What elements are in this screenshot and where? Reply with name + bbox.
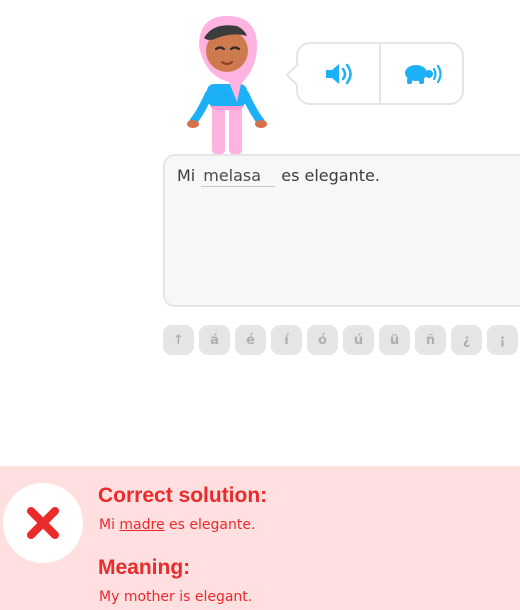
accent-key-n-tilde[interactable]: ñ bbox=[415, 325, 446, 355]
speaker-icon bbox=[325, 63, 352, 84]
accent-key-u[interactable]: ú bbox=[343, 325, 374, 355]
feedback-panel: Correct solution: Mi madre es elegante. … bbox=[0, 466, 520, 610]
accent-key-inverted-question[interactable]: ¿ bbox=[451, 325, 482, 355]
accent-key-u-umlaut[interactable]: ü bbox=[379, 325, 410, 355]
accent-keyboard: ↑ á é í ó ú ü ñ ¿ ¡ bbox=[163, 325, 518, 355]
correct-prefix: Mi bbox=[99, 517, 115, 533]
accent-key-inverted-exclamation[interactable]: ¡ bbox=[487, 325, 518, 355]
play-slow-audio-button[interactable] bbox=[379, 44, 462, 103]
correct-solution-title: Correct solution: bbox=[98, 484, 268, 507]
shift-key[interactable]: ↑ bbox=[163, 325, 194, 355]
correct-suffix: es elegante. bbox=[169, 517, 256, 533]
incorrect-badge bbox=[3, 483, 83, 563]
correct-word: madre bbox=[119, 517, 165, 533]
accent-key-a[interactable]: á bbox=[199, 325, 230, 355]
meaning-title: Meaning: bbox=[98, 556, 191, 579]
audio-bubble bbox=[296, 42, 464, 105]
answer-input-area[interactable]: Mi melasa es elegante. bbox=[163, 154, 520, 307]
x-mark-icon bbox=[27, 507, 59, 539]
answer-prefix: Mi bbox=[177, 166, 196, 185]
character-illustration bbox=[187, 16, 267, 154]
accent-key-e[interactable]: é bbox=[235, 325, 266, 355]
play-audio-button[interactable] bbox=[298, 44, 379, 103]
accent-key-o[interactable]: ó bbox=[307, 325, 338, 355]
answer-sentence: Mi melasa es elegante. bbox=[177, 166, 520, 187]
turtle-slow-speaker-icon bbox=[404, 64, 442, 84]
meaning-text: My mother is elegant. bbox=[99, 589, 253, 605]
accent-key-i[interactable]: í bbox=[271, 325, 302, 355]
correct-solution-text: Mi madre es elegante. bbox=[99, 517, 255, 533]
answer-suffix: es elegante. bbox=[281, 166, 380, 185]
answer-blank-input[interactable]: melasa bbox=[201, 166, 276, 187]
